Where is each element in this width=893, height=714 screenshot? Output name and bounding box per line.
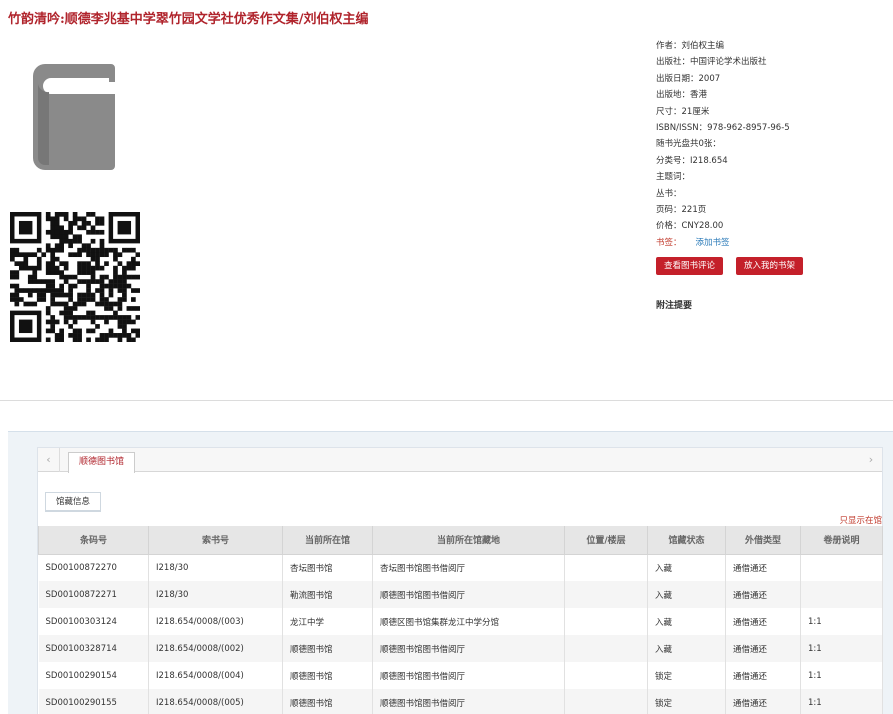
cell-barcode: SD00100328714	[38, 635, 149, 662]
meta-disc: 随书光盘共0张：	[656, 139, 721, 150]
meta-author: 作者：刘伯权主编	[656, 41, 725, 51]
qr-code-icon	[10, 212, 140, 342]
table-row: SD00100290155 I218.654/0008/(005) 顺德图书馆 …	[38, 689, 883, 714]
library-tabbar: ‹ 顺德图书馆 ›	[38, 448, 882, 473]
add-tag-link[interactable]: 添加书签	[696, 238, 730, 248]
cell-barcode: SD00100872271	[38, 581, 149, 608]
cell-library: 顺德图书馆	[282, 662, 373, 689]
cell-status: 入藏	[647, 554, 726, 581]
cell-location: 顺德图书馆图书借阅厅	[372, 581, 565, 608]
table-row: SD00100303124 I218.654/0008/(003) 龙江中学 顺…	[38, 608, 883, 635]
cell-loan-type: 通借通还	[725, 689, 801, 714]
divider	[0, 400, 893, 401]
table-header-row: 条码号 索书号 当前所在馆 当前所在馆藏地 位置/楼层 馆藏状态 外借类型 卷册…	[38, 526, 883, 555]
cell-loan-type: 通借通还	[725, 662, 801, 689]
cell-barcode: SD00100290154	[38, 662, 149, 689]
cell-loan-type: 通借通还	[725, 581, 801, 608]
cell-library: 龙江中学	[282, 608, 373, 635]
cell-call-number: I218.654/0008/(005)	[148, 689, 283, 714]
col-current-library: 当前所在馆	[282, 526, 373, 555]
cell-floor	[564, 554, 648, 581]
cell-status: 锁定	[647, 689, 726, 714]
cell-floor	[564, 689, 648, 714]
tab-holdings-info[interactable]: 馆藏信息	[45, 492, 102, 512]
col-current-location: 当前所在馆藏地	[372, 526, 565, 555]
table-row: SD00100290154 I218.654/0008/(004) 顺德图书馆 …	[38, 662, 883, 689]
cell-location: 杏坛图书馆图书借阅厅	[372, 554, 565, 581]
col-volume-note: 卷册说明	[800, 526, 883, 555]
cell-status: 入藏	[647, 608, 726, 635]
cell-location: 顺德图书馆图书借阅厅	[372, 635, 565, 662]
cell-volume	[800, 581, 883, 608]
table-row: SD00100328714 I218.654/0008/(002) 顺德图书馆 …	[38, 635, 883, 662]
book-cover-icon	[33, 64, 115, 170]
cell-call-number: I218/30	[148, 581, 283, 608]
meta-publisher: 出版社：中国评论学术出版社	[656, 57, 767, 68]
cell-floor	[564, 635, 648, 662]
cell-volume: 1:1	[800, 608, 883, 635]
holdings-container: ‹ 顺德图书馆 › 馆藏信息 只显示在馆 条码号 索书号 当前所在馆 当前所在馆…	[37, 447, 883, 714]
cell-library: 杏坛图书馆	[282, 554, 373, 581]
cell-status: 锁定	[647, 662, 726, 689]
cell-volume: 1:1	[800, 662, 883, 689]
cell-library: 勒流图书馆	[282, 581, 373, 608]
notes-heading: 附注提要	[656, 301, 693, 311]
meta-series: 丛书：	[656, 188, 682, 199]
meta-size: 尺寸：21厘米	[656, 106, 710, 117]
table-row: SD00100872270 I218/30 杏坛图书馆 杏坛图书馆图书借阅厅 入…	[38, 554, 883, 581]
cell-volume	[800, 554, 883, 581]
cell-location: 顺德区图书馆集群龙江中学分馆	[372, 608, 565, 635]
cell-call-number: I218.654/0008/(003)	[148, 608, 283, 635]
cell-barcode: SD00100872270	[38, 554, 149, 581]
cell-barcode: SD00100303124	[38, 608, 149, 635]
col-status: 馆藏状态	[647, 526, 726, 555]
col-loan-type: 外借类型	[725, 526, 801, 555]
cell-status: 入藏	[647, 635, 726, 662]
holdings-panel: ‹ 顺德图书馆 › 馆藏信息 只显示在馆 条码号 索书号 当前所在馆 当前所在馆…	[8, 431, 893, 714]
only-in-library-link[interactable]: 只显示在馆	[839, 514, 882, 526]
cell-floor	[564, 581, 648, 608]
tab-shunde-library[interactable]: 顺德图书馆	[68, 452, 136, 473]
meta-pub-date: 出版日期：2007	[656, 73, 721, 84]
cell-loan-type: 通借通还	[725, 608, 801, 635]
cell-barcode: SD00100290155	[38, 689, 149, 714]
meta-price: 价格：CNY28.00	[656, 221, 724, 232]
cell-location: 顺德图书馆图书借阅厅	[372, 689, 565, 714]
meta-tags: 书签： 添加书签	[656, 235, 886, 251]
book-title: 竹韵清吟:顺德李兆基中学翠竹园文学社优秀作文集/刘伯权主编	[8, 12, 369, 27]
cell-volume: 1:1	[800, 635, 883, 662]
cell-call-number: I218.654/0008/(002)	[148, 635, 283, 662]
cell-location: 顺德图书馆图书借阅厅	[372, 662, 565, 689]
tags-label: 书签：	[656, 237, 682, 248]
col-call-number: 索书号	[148, 526, 283, 555]
view-reviews-button[interactable]: 查看图书评论	[656, 257, 724, 275]
book-metadata: 作者：刘伯权主编 出版社：中国评论学术出版社 出版日期：2007 出版地：香港 …	[656, 38, 886, 251]
cell-library: 顺德图书馆	[282, 689, 373, 714]
meta-isbn: ISBN/ISSN：978-962-8957-96-5	[656, 122, 790, 133]
cell-library: 顺德图书馆	[282, 635, 373, 662]
meta-subject: 主题词：	[656, 172, 691, 183]
meta-pages: 页码：221页	[656, 204, 707, 215]
tab-prev-icon[interactable]: ‹	[38, 448, 60, 472]
col-barcode: 条码号	[38, 526, 149, 555]
meta-pub-place: 出版地：香港	[656, 90, 708, 101]
cell-loan-type: 通借通还	[725, 635, 801, 662]
cell-floor	[564, 662, 648, 689]
holdings-table: 条码号 索书号 当前所在馆 当前所在馆藏地 位置/楼层 馆藏状态 外借类型 卷册…	[38, 526, 883, 714]
table-row: SD00100872271 I218/30 勒流图书馆 顺德图书馆图书借阅厅 入…	[38, 581, 883, 608]
meta-class-no: 分类号：I218.654	[656, 155, 728, 166]
cell-floor	[564, 608, 648, 635]
tab-next-icon[interactable]: ›	[860, 448, 882, 472]
cell-call-number: I218.654/0008/(004)	[148, 662, 283, 689]
add-to-shelf-button[interactable]: 放入我的书架	[736, 257, 804, 275]
cell-status: 入藏	[647, 581, 726, 608]
cell-call-number: I218/30	[148, 554, 283, 581]
cell-volume: 1:1	[800, 689, 883, 714]
cell-loan-type: 通借通还	[725, 554, 801, 581]
col-floor: 位置/楼层	[564, 526, 648, 555]
